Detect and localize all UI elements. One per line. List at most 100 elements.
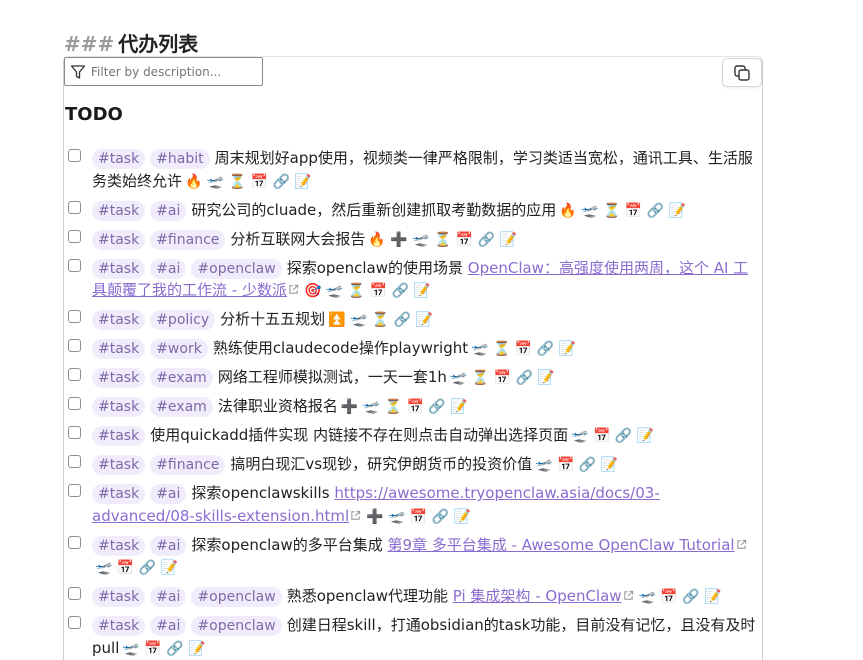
list-item: #task #habit 周末规划好app使用，视频类一律严格限制，学习类适当宽松，… [64, 147, 762, 193]
tag-pill[interactable]: #ai [150, 587, 187, 607]
task-metadata-icons: 🔥 🛫 ⏳ 📅 🔗 📝 [559, 202, 687, 219]
task-metadata-icons: 🎯 🛫 ⏳ 📅 🔗 📝 [303, 283, 431, 299]
task-checkbox[interactable] [68, 229, 81, 243]
task-text: 法律职业资格报名 [217, 397, 338, 415]
task-checkbox[interactable] [68, 397, 81, 410]
tag-pill[interactable]: #task [92, 368, 146, 388]
task-text: 探索openclaw的多平台集成 [191, 535, 388, 554]
task-text: 熟练使用claudecode操作playwright [212, 339, 469, 357]
task-text: 搞明白现汇vs现钞，研究伊朗货币的投资价值 [230, 455, 533, 473]
tag-pill[interactable]: #habit [150, 149, 210, 169]
task-checkbox[interactable] [68, 339, 81, 352]
list-item: #task #exam 网络工程师模拟测试，一天一套1h 🛫 ⏳ 📅 🔗 📝 [64, 366, 762, 390]
tag-pill[interactable]: #task [92, 200, 146, 221]
task-checkbox[interactable] [68, 587, 81, 600]
task-text: 分析互联网大会报告 [230, 229, 366, 248]
task-metadata-icons: 🛫 📅 🔗 📝 [122, 640, 206, 657]
tag-pill[interactable]: #task [92, 149, 146, 169]
copy-button[interactable] [722, 58, 762, 87]
tag-pill[interactable]: #ai [150, 258, 187, 279]
list-item: #task #ai #openclaw 创建日程skill，打通obsidian的ta… [64, 614, 762, 660]
tag-pill[interactable]: #ai [150, 535, 187, 556]
filter-input[interactable] [91, 64, 251, 79]
tag-pill[interactable]: #openclaw [191, 587, 282, 607]
task-checkbox[interactable] [68, 484, 81, 497]
task-checkbox[interactable] [68, 455, 81, 468]
task-metadata-icons: 🔥 ➕ 🛫 ⏳ 📅 🔗 📝 [368, 231, 518, 248]
list-item: #task #ai #openclaw 探索openclaw的使用场景 OpenCla… [64, 257, 762, 303]
task-metadata-icons: 🛫 📅 🔗 📝 [535, 457, 619, 473]
tag-pill[interactable]: #task [92, 310, 146, 330]
tag-pill[interactable]: #task [92, 455, 146, 475]
tag-pill[interactable]: #work [150, 339, 208, 359]
filter-icon [70, 64, 86, 79]
task-text: 探索openclawskills [191, 484, 335, 502]
tag-pill[interactable]: #finance [150, 455, 226, 475]
list-item: #task 使用quickadd插件实现 内链接不存在则点击自动弹出选择页面 🛫 📅… [64, 424, 762, 448]
task-text: 网络工程师模拟测试，一天一套1h [217, 368, 447, 386]
tag-pill[interactable]: #task [92, 535, 146, 556]
task-checkbox[interactable] [68, 258, 81, 272]
tag-pill[interactable]: #task [92, 616, 146, 636]
task-text: 使用quickadd插件实现 内链接不存在则点击自动弹出选择页面 [150, 426, 569, 444]
list-item: #task #finance 搞明白现汇vs现钞，研究伊朗货币的投资价值 🛫 📅 🔗 … [64, 453, 762, 477]
tag-pill[interactable]: #task [92, 397, 146, 417]
external-link-icon [623, 585, 634, 608]
tag-pill[interactable]: #exam [150, 397, 213, 417]
page: ###代办列表 TODO #task#habit周末规划好app使用，视频类一律… [0, 0, 863, 660]
heading-text: 代办列表 [118, 32, 199, 56]
task-checkbox[interactable] [68, 200, 81, 214]
external-link-icon [350, 505, 361, 528]
task-metadata-icons: 🛫 ⏳ 📅 🔗 📝 [471, 341, 577, 357]
list-item: #task #ai 研究公司的cluade，然后重新创建抓取考勤数据的应用 🔥 🛫 ⏳… [64, 199, 762, 223]
tag-pill[interactable]: #finance [150, 229, 226, 250]
task-metadata-icons: 🛫 📅 🔗 📝 [95, 560, 179, 576]
page-heading: ### 代办列表 [64, 28, 198, 57]
external-link-icon [736, 534, 747, 557]
task-checkbox[interactable] [68, 149, 81, 162]
task-checkbox[interactable] [68, 368, 81, 381]
tag-pill[interactable]: #task [92, 258, 146, 279]
tag-pill[interactable]: #task [92, 339, 146, 359]
tag-pill[interactable]: #task [92, 484, 146, 504]
list-item: #task #work 熟练使用claudecode操作playwright 🛫 ⏳ … [64, 337, 762, 361]
task-checkbox[interactable] [68, 535, 81, 549]
list-item: #task #ai 探索openclawskills https://awesome… [64, 482, 762, 528]
task-metadata-icons: 🛫 📅 🔗 📝 [638, 589, 722, 605]
task-metadata-icons: 🛫 ⏳ 📅 🔗 📝 [449, 370, 555, 386]
tag-pill[interactable]: #openclaw [191, 258, 282, 279]
task-text: 研究公司的cluade，然后重新创建抓取考勤数据的应用 [191, 200, 557, 219]
task-link[interactable]: Pi 集成架构 - OpenClaw [453, 587, 622, 605]
tag-pill[interactable]: #ai [150, 200, 187, 221]
tasks-panel: TODO #task#habit周末规划好app使用，视频类一律严格限制，学习类… [63, 56, 763, 660]
task-metadata-icons: 🛫 📅 🔗 📝 [571, 428, 655, 444]
list-item: #task #policy 分析十五五规划 ⏫ 🛫 ⏳ 🔗 📝 [64, 308, 762, 332]
task-metadata-icons: ➕ 🛫 📅 🔗 📝 [366, 508, 472, 525]
tag-pill[interactable]: #task [92, 426, 146, 446]
task-link[interactable]: 第9章 多平台集成 - Awesome OpenClaw Tutorial [387, 536, 734, 554]
task-text: 熟悉openclaw代理功能 [286, 587, 453, 605]
list-item: #task #finance 分析互联网大会报告 🔥 ➕ 🛫 ⏳ 📅 🔗 📝 [64, 228, 762, 252]
task-checkbox[interactable] [68, 616, 81, 629]
heading-hashes: ### [64, 32, 115, 56]
task-metadata-icons: 🔥 🛫 ⏳ 📅 🔗 📝 [185, 173, 312, 190]
task-checkbox[interactable] [68, 310, 81, 323]
task-text: 探索openclaw的使用场景 [286, 258, 468, 277]
tag-pill[interactable]: #policy [150, 310, 216, 330]
copy-icon [734, 64, 750, 81]
tag-pill[interactable]: #exam [150, 368, 213, 388]
task-checkbox[interactable] [68, 426, 81, 439]
filter-box[interactable] [64, 57, 263, 86]
task-metadata-icons: ➕ 🛫 ⏳ 📅 🔗 📝 [340, 399, 468, 415]
list-item: #task #exam 法律职业资格报名 ➕ 🛫 ⏳ 📅 🔗 📝 [64, 395, 762, 419]
section-title: TODO [65, 104, 123, 125]
tag-pill[interactable]: #task [92, 229, 146, 250]
tag-pill[interactable]: #openclaw [191, 616, 282, 636]
external-link-icon [288, 279, 299, 302]
list-item: #task #ai #openclaw 熟悉openclaw代理功能 Pi 集成架构 … [64, 585, 762, 609]
tag-pill[interactable]: #ai [150, 616, 187, 636]
task-metadata-icons: ⏫ 🛫 ⏳ 🔗 📝 [328, 312, 434, 328]
tag-pill[interactable]: #ai [150, 484, 187, 504]
tag-pill[interactable]: #task [92, 587, 146, 607]
task-text: 分析十五五规划 [220, 310, 326, 328]
